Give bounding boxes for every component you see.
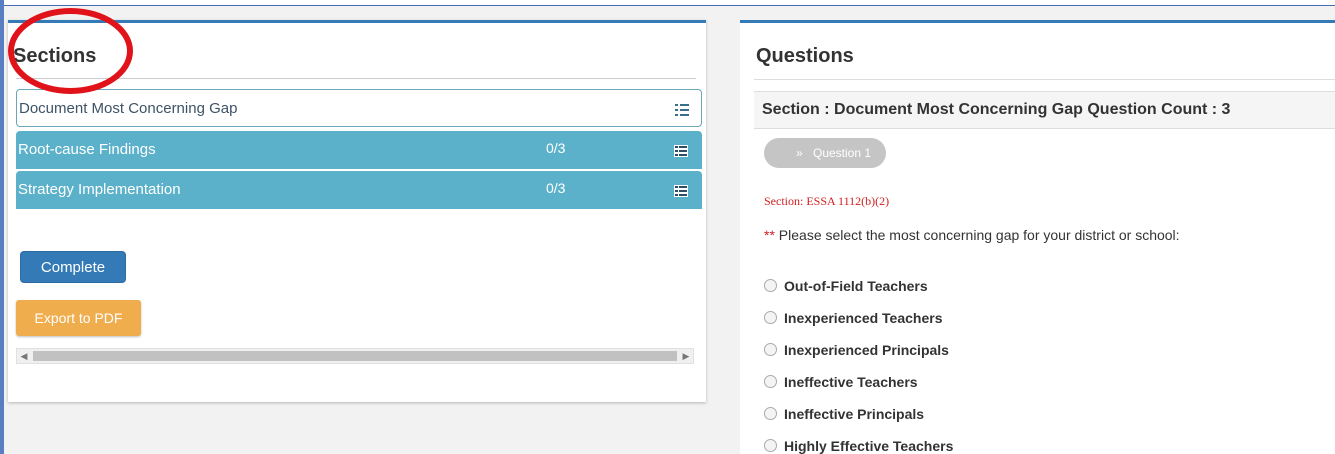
radio-button[interactable] [764,343,777,356]
list-icon[interactable] [674,145,688,157]
option-inexperienced-teachers[interactable]: Inexperienced Teachers [764,310,942,326]
option-label: Inexperienced Principals [784,342,949,358]
questions-panel: Questions Section : Document Most Concer… [740,20,1335,454]
option-out-of-field-teachers[interactable]: Out-of-Field Teachers [764,278,928,294]
section-item-document-gap[interactable]: Document Most Concerning Gap [16,89,702,127]
required-marker: ** [764,227,775,243]
question-source-reference: Section: ESSA 1112(b)(2) [764,194,890,208]
horizontal-scrollbar[interactable]: ◀ ▶ [16,348,694,364]
radio-button[interactable] [764,439,777,452]
section-header-text: Section : Document Most Concerning Gap Q… [762,101,1231,118]
section-progress-count: 0/3 [546,180,566,196]
scroll-right-icon[interactable]: ▶ [679,349,693,363]
double-chevron-right-icon: » [796,146,803,160]
sections-panel: Sections Document Most Concerning Gap Ro… [8,20,706,402]
option-label: Out-of-Field Teachers [784,278,928,294]
window-top-edge [0,0,1335,6]
option-inexperienced-principals[interactable]: Inexperienced Principals [764,342,949,358]
radio-button[interactable] [764,375,777,388]
option-highly-effective-teachers[interactable]: Highly Effective Teachers [764,438,953,454]
scrollbar-thumb[interactable] [33,351,677,361]
section-item-label: Document Most Concerning Gap [19,100,238,117]
question-prompt: ** Please select the most concerning gap… [764,227,1180,243]
radio-button[interactable] [764,279,777,292]
option-label: Ineffective Teachers [784,374,918,390]
question-prompt-text: Please select the most concerning gap fo… [774,227,1180,243]
option-ineffective-teachers[interactable]: Ineffective Teachers [764,374,918,390]
window-left-edge [0,0,4,454]
section-item-root-cause[interactable]: Root-cause Findings 0/3 [16,131,702,169]
section-item-strategy[interactable]: Strategy Implementation 0/3 [16,171,702,209]
section-item-label: Root-cause Findings [18,141,156,158]
scroll-left-icon[interactable]: ◀ [17,349,31,363]
section-item-label: Strategy Implementation [18,181,181,198]
section-progress-count: 0/3 [546,140,566,156]
title-divider [754,79,1335,80]
export-pdf-button[interactable]: Export to PDF [16,300,141,336]
questions-title: Questions [756,45,854,67]
option-label: Ineffective Principals [784,406,925,422]
radio-button[interactable] [764,311,777,324]
sections-title: Sections [13,45,97,67]
question-tab-1[interactable]: » Question 1 [764,138,886,168]
option-label: Inexperienced Teachers [784,310,943,326]
section-header-bar: Section : Document Most Concerning Gap Q… [754,91,1335,129]
list-icon[interactable] [675,104,689,116]
title-divider [16,78,696,79]
option-ineffective-principals[interactable]: Ineffective Principals [764,406,924,422]
radio-button[interactable] [764,407,777,420]
complete-button[interactable]: Complete [20,251,126,283]
option-label: Highly Effective Teachers [784,438,954,454]
list-icon[interactable] [674,185,688,197]
question-tab-label: Question 1 [813,146,872,160]
